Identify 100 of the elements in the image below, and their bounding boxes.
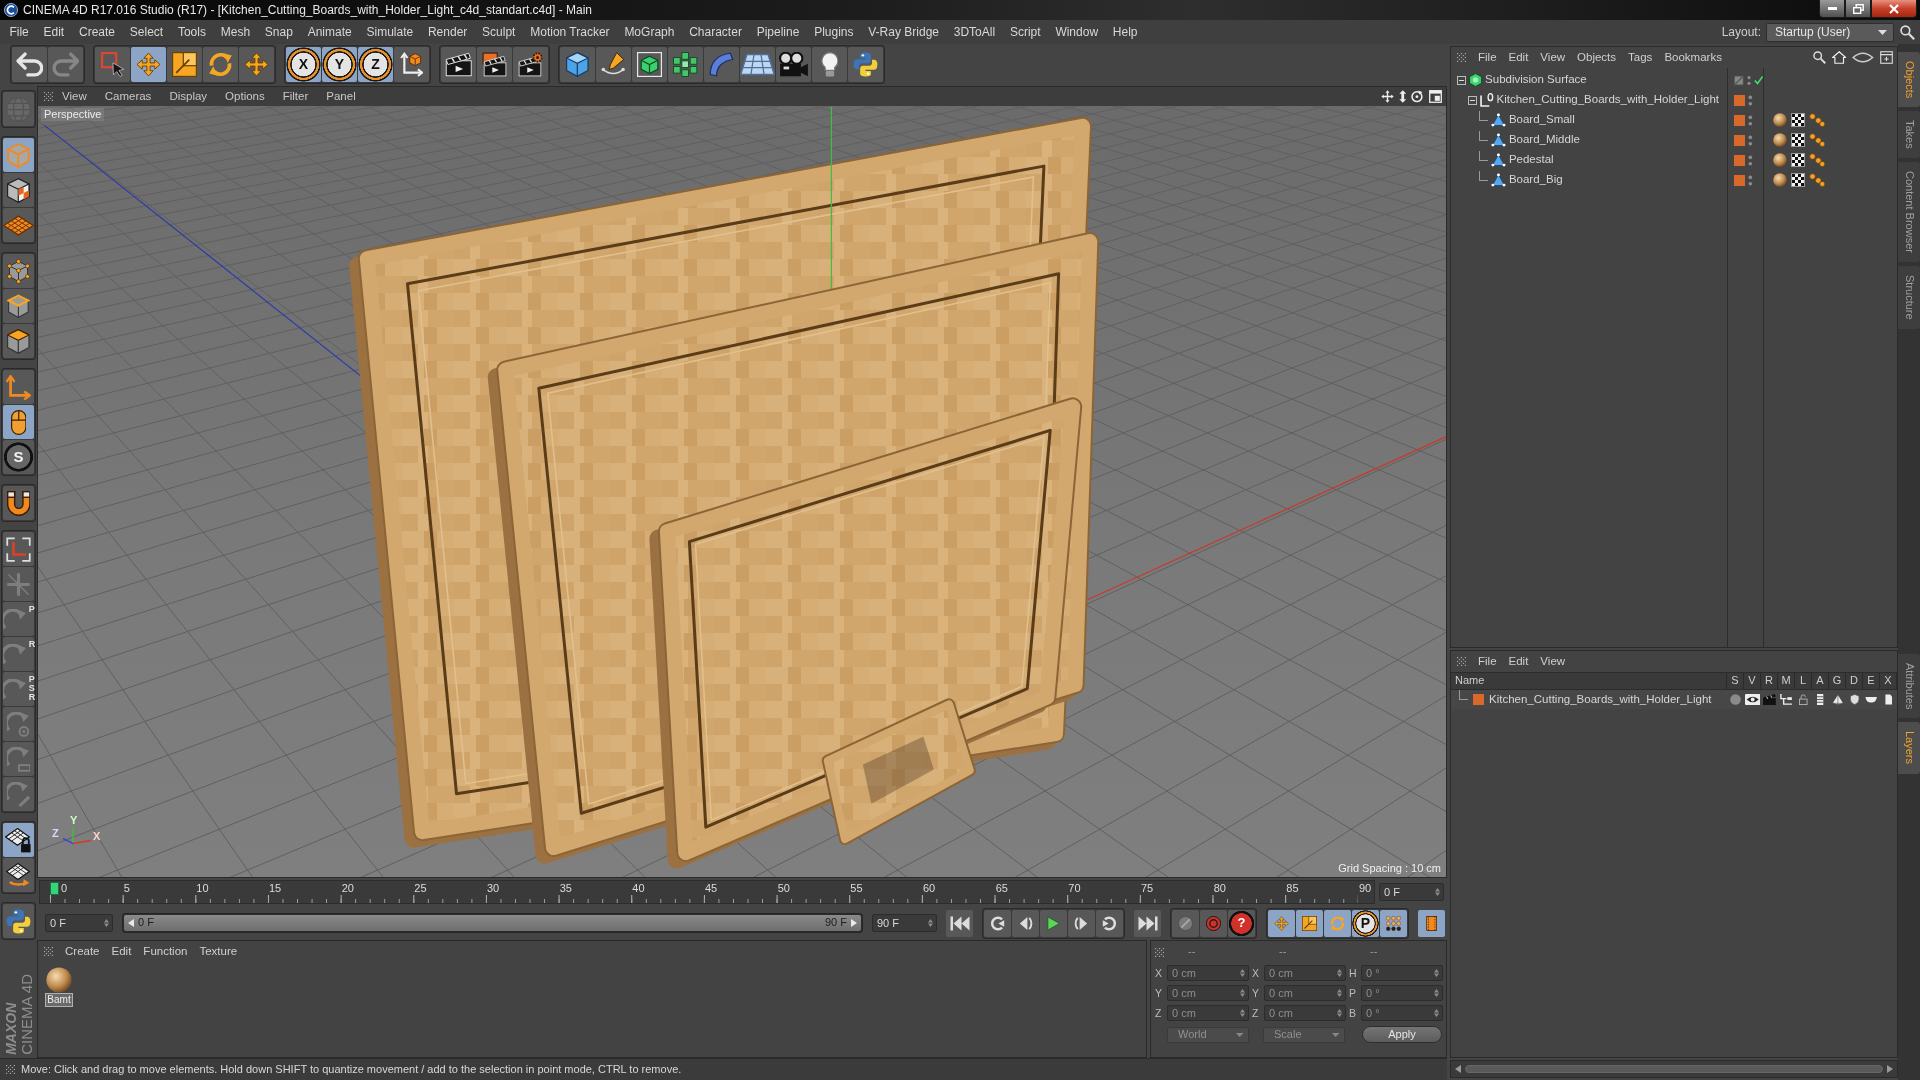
restore-button[interactable]: [1845, 0, 1871, 18]
position-key-button[interactable]: [1268, 909, 1295, 937]
render-button[interactable]: [477, 46, 512, 82]
grid-rotate-button[interactable]: [3, 858, 34, 892]
previous-key-button[interactable]: [984, 909, 1011, 937]
layer-color-swatch[interactable]: [1734, 94, 1745, 106]
dots-icon[interactable]: [1809, 113, 1826, 127]
vertical-dots-icon[interactable]: [1746, 74, 1751, 86]
eye-icon[interactable]: [1852, 51, 1874, 64]
tweak-mode-button[interactable]: [3, 405, 34, 439]
vertical-dots-icon[interactable]: [1748, 134, 1753, 146]
undo-button[interactable]: [12, 46, 47, 82]
points-mode-button[interactable]: [3, 254, 34, 288]
position-field[interactable]: 0 cm: [1167, 985, 1249, 1001]
scale-button[interactable]: [167, 46, 202, 82]
menu-item[interactable]: Help: [1105, 24, 1145, 40]
menu-item[interactable]: Character: [681, 24, 750, 40]
workplane-button[interactable]: [3, 208, 34, 242]
subdivision-button[interactable]: [632, 46, 667, 82]
menu-item[interactable]: View: [1534, 50, 1572, 65]
column-header[interactable]: A: [1812, 673, 1829, 689]
object-name[interactable]: Board_Middle: [1508, 133, 1580, 147]
menu-item[interactable]: File: [2, 24, 37, 40]
menu-item[interactable]: File: [1472, 654, 1503, 669]
checker-icon[interactable]: [1791, 153, 1805, 167]
menu-item[interactable]: Cameras: [95, 89, 161, 104]
window-plus-icon[interactable]: [1880, 51, 1893, 64]
start-frame-field[interactable]: 0 F: [45, 914, 113, 932]
rotation-key-button[interactable]: [1324, 909, 1351, 937]
render-settings-button[interactable]: [513, 46, 548, 82]
menu-item[interactable]: Edit: [36, 24, 72, 40]
move-button[interactable]: [239, 46, 274, 82]
column-header[interactable]: S: [1727, 673, 1744, 689]
checker-icon[interactable]: [1791, 113, 1805, 127]
menu-item[interactable]: Create: [71, 24, 123, 40]
layer-color-swatch[interactable]: [1734, 174, 1745, 186]
menu-item[interactable]: Script: [1002, 24, 1048, 40]
menu-item[interactable]: View: [1534, 654, 1572, 669]
menu-item[interactable]: Bookmarks: [1658, 50, 1728, 65]
column-header[interactable]: D: [1846, 673, 1863, 689]
layer-color-swatch[interactable]: [1734, 134, 1745, 146]
layer-color-swatch[interactable]: [1734, 154, 1745, 166]
menu-item[interactable]: File: [1472, 50, 1503, 65]
snap-button[interactable]: S: [3, 440, 34, 474]
side-tab[interactable]: Structure: [1898, 266, 1920, 329]
record-button[interactable]: [1200, 909, 1227, 937]
dots-icon[interactable]: [1809, 153, 1826, 167]
end-frame-field[interactable]: 90 F: [872, 914, 937, 932]
position-field[interactable]: 0 cm: [1167, 965, 1249, 981]
help-button[interactable]: ?: [1228, 909, 1255, 937]
rotation-field[interactable]: 0 °: [1361, 985, 1443, 1001]
column-header[interactable]: V: [1744, 673, 1761, 689]
axis-mode-button[interactable]: [3, 370, 34, 404]
menu-item[interactable]: Edit: [1502, 50, 1535, 65]
move-button[interactable]: [131, 46, 166, 82]
side-tab[interactable]: Takes: [1898, 111, 1920, 159]
menu-item[interactable]: Select: [122, 24, 171, 40]
layer-color-swatch[interactable]: [1734, 114, 1745, 126]
menu-item[interactable]: MoGraph: [617, 24, 682, 40]
menu-item[interactable]: Edit: [1502, 654, 1535, 669]
polygons-mode-button[interactable]: [3, 324, 34, 358]
side-tab[interactable]: Attributes: [1898, 654, 1920, 719]
dots-icon[interactable]: [1809, 173, 1826, 187]
column-header[interactable]: G: [1829, 673, 1846, 689]
menu-item[interactable]: View: [53, 89, 96, 104]
vertical-dots-icon[interactable]: [1748, 174, 1753, 186]
menu-item[interactable]: Edit: [105, 944, 138, 959]
axis-lock-button[interactable]: Z: [358, 46, 393, 82]
vertical-dots-icon[interactable]: [1748, 114, 1753, 126]
layer-color-swatch[interactable]: [1473, 694, 1484, 705]
floor-button[interactable]: [740, 46, 775, 82]
close-button[interactable]: [1871, 0, 1917, 18]
dots-icon[interactable]: [1809, 133, 1826, 147]
menu-item[interactable]: Window: [1048, 24, 1106, 40]
parameter-key-button[interactable]: P: [1352, 909, 1379, 937]
play-button[interactable]: [1040, 909, 1067, 937]
rotate-button[interactable]: [203, 46, 238, 82]
grid-lock-button[interactable]: [3, 823, 34, 857]
search-icon[interactable]: [1812, 51, 1826, 64]
menu-item[interactable]: Sculpt: [474, 24, 523, 40]
edges-mode-button[interactable]: [3, 289, 34, 323]
deformer-button[interactable]: [704, 46, 739, 82]
column-header[interactable]: L: [1795, 673, 1812, 689]
menu-item[interactable]: Options: [216, 89, 274, 104]
vertical-dots-icon[interactable]: [1748, 94, 1753, 106]
menu-item[interactable]: Pipeline: [749, 24, 807, 40]
material-sphere-icon[interactable]: [1773, 133, 1787, 147]
menu-item[interactable]: Tags: [1622, 50, 1659, 65]
home-icon[interactable]: [1831, 51, 1847, 64]
bowl-icon[interactable]: [1865, 696, 1878, 703]
timeline-button[interactable]: [1418, 909, 1445, 937]
object-name[interactable]: Pedestal: [1508, 153, 1554, 167]
window-layout-icon[interactable]: [1429, 90, 1442, 103]
pyramid-icon[interactable]: [1831, 694, 1844, 705]
size-field[interactable]: 0 cm: [1264, 1005, 1346, 1021]
vertical-dots-icon[interactable]: [1748, 154, 1753, 166]
size-field[interactable]: 0 cm: [1264, 985, 1346, 1001]
texture-mode-button[interactable]: [3, 173, 34, 207]
up-down-arrows-icon[interactable]: [1398, 90, 1407, 103]
menu-item[interactable]: Create: [59, 944, 106, 959]
